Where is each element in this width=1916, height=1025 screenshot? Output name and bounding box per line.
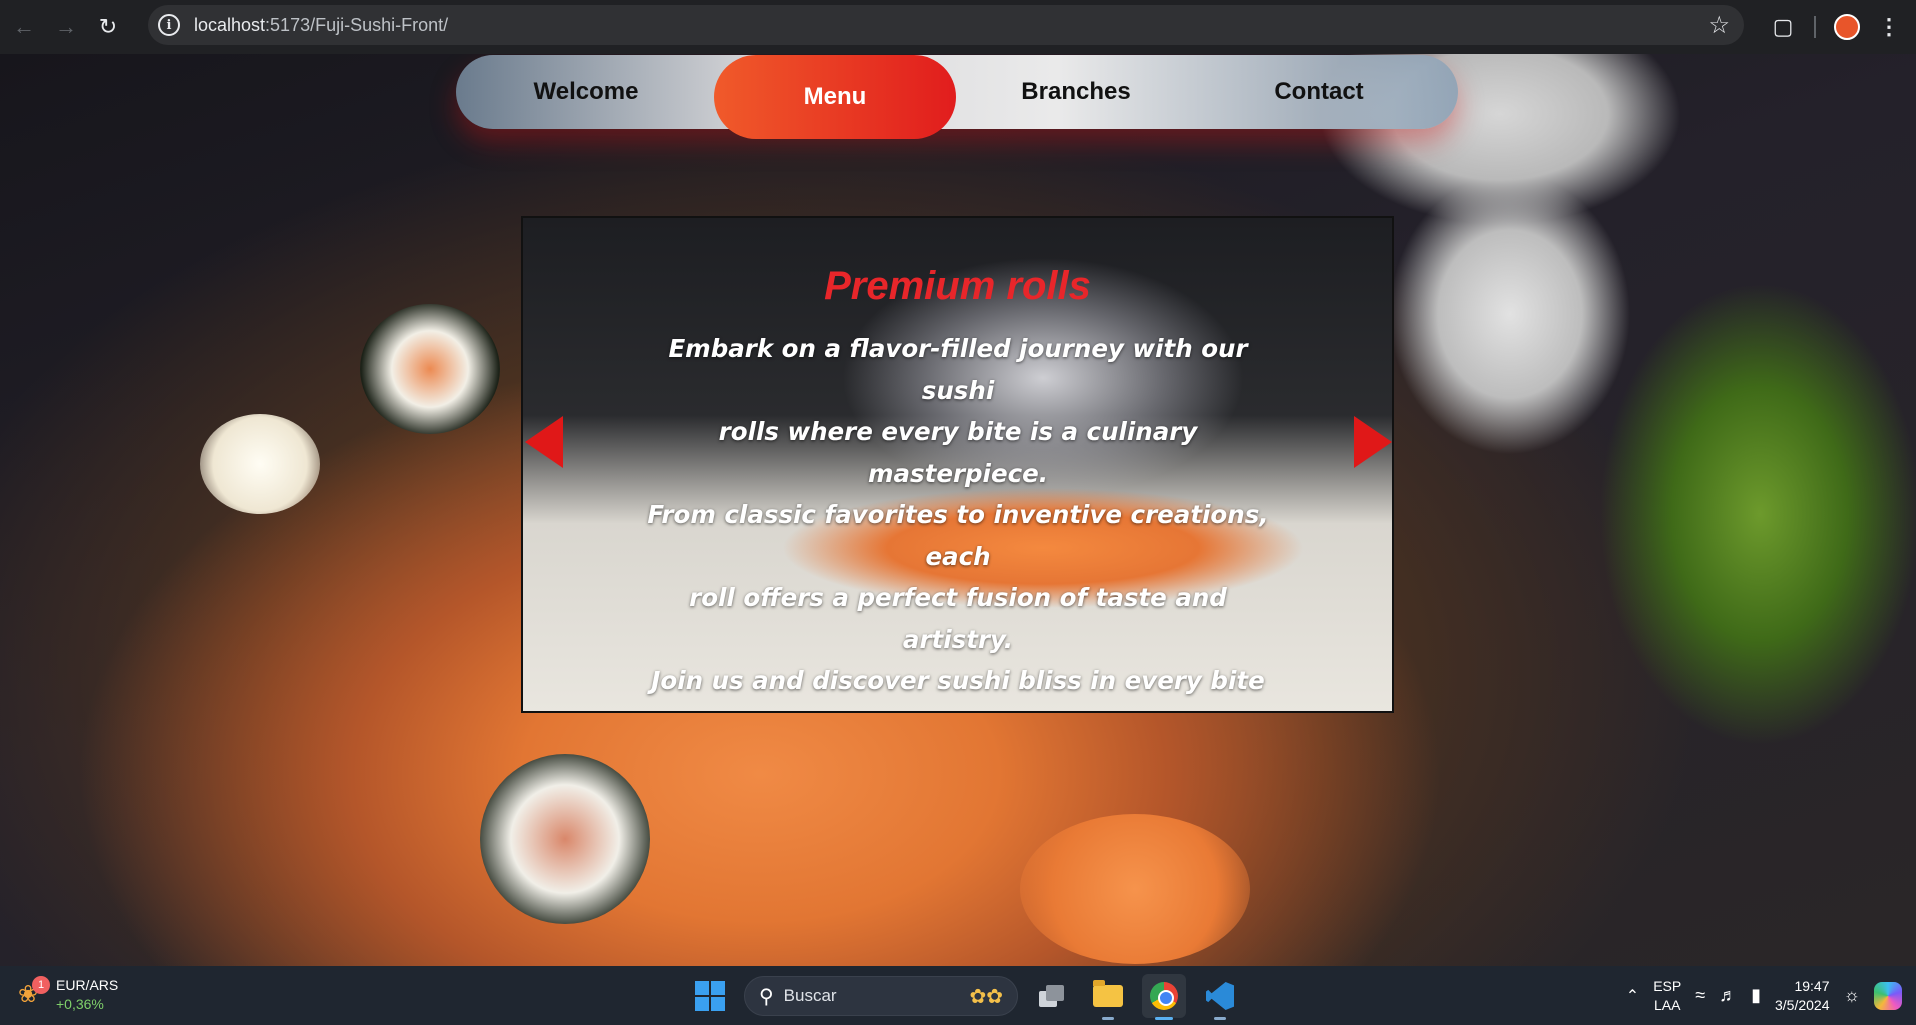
task-view-icon — [1039, 985, 1065, 1007]
chevron-up-icon[interactable]: ⌃ — [1626, 986, 1639, 1006]
currency-delta: +0,36% — [56, 996, 104, 1012]
windows-taskbar: ❀ 1 EUR/ARS +0,36% ⚲ Buscar ✿✿ ⌃ ESP LAA… — [0, 966, 1916, 1025]
sushi-decoration — [200, 414, 320, 514]
chrome-button[interactable] — [1142, 974, 1186, 1020]
sushi-decoration — [480, 754, 650, 924]
currency-pair: EUR/ARS — [56, 977, 119, 993]
prev-slide-button[interactable] — [525, 416, 563, 468]
slide-line: rolls where every bite is a culinary mas… — [718, 417, 1198, 488]
flowers-icon: ✿✿ — [969, 985, 1003, 1008]
next-slide-button[interactable] — [1354, 416, 1392, 468]
nav-branches[interactable]: Branches — [976, 55, 1176, 129]
url-path: :5173/Fuji-Sushi-Front/ — [265, 14, 449, 35]
puzzle-icon[interactable]: ▢ — [1770, 14, 1796, 40]
task-view-button[interactable] — [1030, 974, 1074, 1018]
running-indicator — [1155, 1017, 1173, 1020]
browser-toolbar: ← → ↻ i localhost:5173/Fuji-Sushi-Front/… — [0, 0, 1916, 54]
notification-icon[interactable]: ☼ — [1844, 985, 1861, 1006]
url-host: localhost — [194, 14, 266, 35]
system-tray: ⌃ ESP LAA ≈ ♬ ▮ 19:47 3/5/2024 ☼ — [1626, 966, 1916, 1025]
chrome-icon — [1150, 982, 1178, 1010]
menu-slider: Premium rolls Embark on a flavor-filled … — [521, 216, 1394, 713]
file-explorer-icon — [1093, 980, 1123, 1007]
reload-icon: ↻ — [98, 14, 118, 39]
toolbar-divider — [1814, 16, 1816, 38]
battery-icon[interactable]: ▮ — [1751, 985, 1761, 1006]
vscode-button[interactable] — [1198, 974, 1242, 1020]
windows-start-icon — [695, 981, 725, 1011]
language-code: ESP — [1653, 977, 1682, 994]
file-explorer-button[interactable] — [1086, 974, 1130, 1020]
date: 3/5/2024 — [1775, 996, 1830, 1013]
running-indicator — [1214, 1017, 1226, 1020]
slide-line: From classic favorites to inventive crea… — [647, 500, 1269, 571]
url-text[interactable]: localhost:5173/Fuji-Sushi-Front/ — [194, 15, 448, 36]
start-button[interactable] — [688, 974, 732, 1018]
notification-badge: 1 — [32, 976, 50, 994]
search-placeholder: Buscar — [783, 986, 837, 1005]
widget-text: EUR/ARS +0,36% — [56, 976, 118, 1014]
slide-line: roll offers a perfect fusion of taste an… — [689, 583, 1227, 654]
taskbar-search[interactable]: ⚲ Buscar ✿✿ — [744, 976, 1018, 1016]
reload-button[interactable]: ↻ — [90, 9, 126, 45]
slide-line: Join us and discover sushi bliss in ever… — [651, 666, 1265, 695]
arrow-right-icon: → — [55, 14, 77, 39]
toolbar-right: ▢ ⋮ — [1770, 0, 1916, 54]
vscode-icon — [1206, 982, 1234, 1010]
time: 19:47 — [1794, 977, 1830, 994]
wifi-icon[interactable]: ≈ — [1695, 985, 1705, 1006]
address-bar[interactable]: i localhost:5173/Fuji-Sushi-Front/ ☆ — [148, 5, 1744, 45]
forward-button[interactable]: → — [48, 9, 84, 45]
volume-icon[interactable]: ♬ — [1719, 985, 1737, 1006]
sushi-decoration — [1020, 814, 1250, 964]
main-nav: Welcome Menu Branches Contact — [456, 55, 1458, 139]
page-background: Welcome Menu Branches Contact Premium ro… — [0, 54, 1916, 966]
nav-contact[interactable]: Contact — [1219, 55, 1419, 129]
search-icon: ⚲ — [759, 985, 774, 1008]
slide-title: Premium rolls — [824, 264, 1091, 308]
arrow-left-icon: ← — [13, 14, 35, 39]
copilot-icon[interactable] — [1874, 981, 1902, 1010]
keyboard-layout: LAA — [1653, 996, 1681, 1013]
language-indicator[interactable]: ESP LAA — [1653, 977, 1681, 1015]
slide-line: Embark on a flavor-filled journey with o… — [668, 334, 1248, 405]
sushi-decoration — [360, 304, 500, 434]
widget-icon: ❀ 1 — [18, 976, 50, 1010]
clock[interactable]: 19:47 3/5/2024 — [1775, 977, 1830, 1015]
back-button[interactable]: ← — [6, 9, 42, 45]
nav-menu[interactable]: Menu — [714, 55, 956, 139]
profile-avatar[interactable] — [1834, 14, 1860, 40]
info-icon[interactable]: i — [158, 14, 180, 36]
taskbar-apps: ⚲ Buscar ✿✿ — [688, 974, 1242, 1020]
kebab-icon[interactable]: ⋮ — [1878, 14, 1900, 40]
running-indicator — [1102, 1017, 1114, 1020]
star-icon[interactable]: ☆ — [1708, 11, 1730, 40]
slide-description: Embark on a flavor-filled journey with o… — [643, 328, 1273, 702]
currency-widget[interactable]: ❀ 1 EUR/ARS +0,36% — [18, 976, 118, 1014]
nav-welcome[interactable]: Welcome — [486, 55, 686, 129]
